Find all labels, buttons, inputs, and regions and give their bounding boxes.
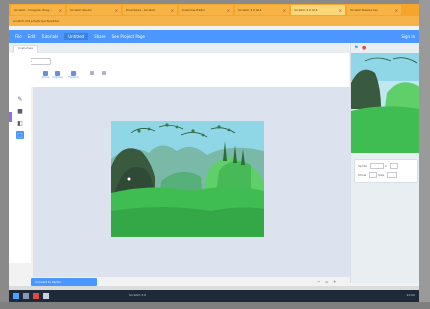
size-input[interactable] — [387, 172, 398, 178]
browser-tab-active[interactable]: Scratch 3.0 GUI × — [291, 5, 345, 15]
category-indicator — [9, 112, 12, 122]
start-icon[interactable] — [13, 293, 19, 299]
fill-tool-icon[interactable]: ◧ — [16, 119, 24, 127]
paint-tools-column: ✎ ■ ◧ ⬚ — [9, 53, 31, 263]
browser-tab[interactable]: Scratch Studio × — [67, 5, 121, 15]
browser-tab[interactable]: Scratch Resources × — [347, 5, 401, 15]
tutorials-menu[interactable]: Tutorials — [41, 34, 58, 39]
stage-preview[interactable] — [351, 53, 419, 153]
show-toggle[interactable] — [369, 172, 378, 178]
back-button[interactable] — [99, 71, 108, 81]
browser-tab[interactable]: Scratch - Imagine, Prog... × — [11, 5, 65, 15]
convert-to-vector-button[interactable]: Convert to Vector — [31, 278, 97, 286]
address-bar[interactable]: scratch.mit.edu/projects/editor — [9, 16, 419, 26]
zoom-out-button[interactable]: − — [317, 279, 320, 284]
x-input[interactable] — [389, 163, 398, 169]
share-button[interactable]: Share — [94, 34, 106, 39]
stage-panel: ⚑ ● Sprite x Show Size — [350, 43, 419, 283]
sprite-name-input[interactable] — [369, 163, 384, 169]
size-label: Size — [378, 173, 385, 177]
ungroup-button[interactable]: Ungroup — [52, 71, 63, 81]
monitor-bezel-left — [0, 0, 9, 309]
zoom-in-button[interactable]: + — [333, 279, 336, 284]
scratch-menu-bar: File Edit Tutorials Untitled Share See P… — [9, 30, 419, 43]
browser-tab[interactable]: Costume Editor × — [179, 5, 233, 15]
x-label: x — [384, 164, 387, 168]
close-tab-icon[interactable]: × — [227, 8, 230, 13]
taskbar-window-label[interactable]: Scratch 3.0 — [129, 293, 146, 297]
os-taskbar: Scratch 3.0 12:00 — [9, 290, 419, 302]
edit-menu[interactable]: Edit — [28, 34, 36, 39]
backdrop-artwork — [111, 121, 264, 237]
close-tab-icon[interactable]: × — [339, 8, 342, 13]
sign-in-link[interactable]: Sign in — [401, 34, 415, 39]
project-title-input[interactable]: Untitled — [64, 33, 89, 40]
browser-tab[interactable]: Scratch 3.0 GUI × — [235, 5, 289, 15]
back-icon — [101, 71, 106, 75]
select-tool-icon[interactable]: ⬚ — [16, 131, 24, 139]
close-tab-icon[interactable]: × — [59, 8, 62, 13]
close-tab-icon[interactable]: × — [283, 8, 286, 13]
green-flag-icon[interactable]: ⚑ — [354, 45, 358, 51]
sprite-info-panel: Sprite x Show Size — [354, 159, 418, 183]
paint-editor-toolbar: backdrop1 Group Ungroup Forward — [9, 53, 349, 87]
paint-canvas[interactable] — [33, 87, 351, 277]
show-label: Show — [358, 173, 367, 177]
file-menu[interactable]: File — [15, 34, 22, 39]
front-icon — [89, 71, 94, 75]
sprite-label: Sprite — [358, 164, 367, 168]
group-button[interactable]: Group — [41, 71, 50, 81]
search-icon[interactable] — [23, 293, 29, 299]
editor-tabs: Costumes — [9, 43, 349, 53]
brush-tool-icon[interactable]: ✎ — [16, 95, 24, 103]
rectangle-tool-icon[interactable]: ■ — [16, 107, 24, 115]
browser-tab-bar: Scratch - Imagine, Prog... × Scratch Stud… — [9, 4, 419, 16]
app-icon[interactable] — [43, 293, 49, 299]
close-tab-icon[interactable]: × — [115, 8, 118, 13]
monitor-bezel-right — [419, 0, 430, 309]
tab-costumes[interactable]: Costumes — [13, 45, 38, 53]
clock: 12:00 — [406, 293, 415, 297]
see-project-page-button[interactable]: See Project Page — [112, 34, 145, 39]
zoom-reset-button[interactable]: = — [325, 279, 328, 284]
browser-tab[interactable]: Download - Scratch × — [123, 5, 177, 15]
screen: Scratch - Imagine, Prog... × Scratch Stud… — [9, 4, 419, 302]
close-tab-icon[interactable]: × — [395, 8, 398, 13]
front-button[interactable] — [87, 71, 96, 81]
close-tab-icon[interactable]: × — [171, 8, 174, 13]
monitor-bezel-bottom — [0, 302, 430, 309]
stop-icon[interactable]: ● — [362, 45, 366, 51]
forward-button[interactable]: Forward — [68, 71, 79, 81]
browser-icon[interactable] — [33, 293, 39, 299]
